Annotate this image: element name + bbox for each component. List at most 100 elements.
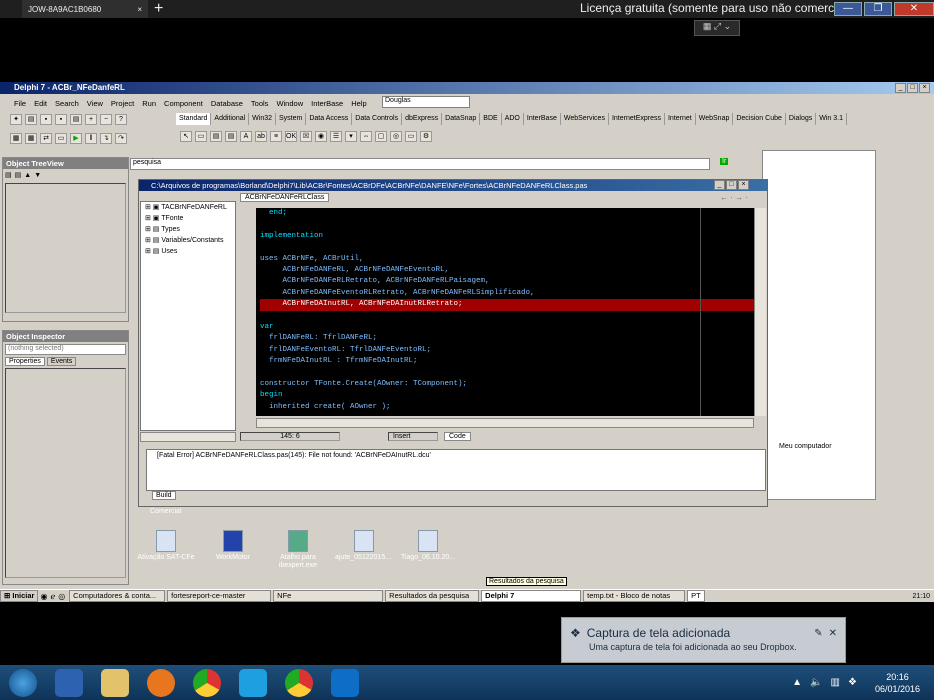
remove-file-icon[interactable]: − xyxy=(100,113,112,125)
minimize-button[interactable]: _ xyxy=(714,180,725,190)
taskbar-pin[interactable] xyxy=(230,665,276,700)
clock[interactable]: 20:16 06/01/2016 xyxy=(875,671,920,695)
tab-additional[interactable]: Additional xyxy=(211,113,250,125)
menu-search[interactable]: Search xyxy=(51,99,83,108)
pause-icon[interactable]: ‖ xyxy=(85,132,97,144)
inspector-combo[interactable]: (nothing selected) xyxy=(5,344,126,355)
volume-icon[interactable]: 🔈 xyxy=(810,677,822,688)
search-field[interactable]: pesquisa xyxy=(130,158,710,170)
code-line[interactable]: ACBrNFeDANFeEventoRLRetrato, ACBrNFeDANF… xyxy=(260,288,754,299)
actionlist-icon[interactable]: ⚙ xyxy=(420,130,432,142)
desktop-layout-combo[interactable]: Douglas xyxy=(382,96,470,108)
maximize-button[interactable]: □ xyxy=(726,180,737,190)
code-line[interactable]: ACBrNFeDANFeRLRetrato, ACBrNFeDANFeRLPai… xyxy=(260,276,754,287)
restore-button[interactable]: ❐ xyxy=(864,2,892,16)
tab-data-controls[interactable]: Data Controls xyxy=(352,113,403,125)
taskbar-pin[interactable] xyxy=(92,665,138,700)
desktop-icon[interactable]: Ativação SAT-CFe xyxy=(136,530,196,562)
media-icon[interactable]: ◎ xyxy=(58,592,65,601)
tab-build[interactable]: Build xyxy=(152,491,176,500)
close-button[interactable]: ✕ xyxy=(894,2,934,16)
tree-item[interactable]: ⊞ ▤ Types xyxy=(141,224,235,235)
folder-icon[interactable]: ▤ xyxy=(5,171,12,179)
tab-events[interactable]: Events xyxy=(46,357,77,366)
trace-into-icon[interactable]: ↴ xyxy=(100,132,112,144)
code-line[interactable] xyxy=(260,311,754,322)
code-line[interactable]: begin xyxy=(260,390,754,401)
tab-properties[interactable]: Properties xyxy=(5,357,45,366)
dropbox-tray-icon[interactable]: ❖ xyxy=(848,677,857,688)
taskbar-pin[interactable] xyxy=(138,665,184,700)
menu-run[interactable]: Run xyxy=(138,99,160,108)
show-hidden-icon[interactable]: ▲ xyxy=(792,677,802,688)
save-all-icon[interactable]: ▪ xyxy=(55,113,67,125)
desktop-icon[interactable]: Tiago_06.10.20... xyxy=(398,530,458,562)
ie-icon[interactable]: ℯ xyxy=(50,592,55,601)
task-item[interactable]: Delphi 7 xyxy=(481,590,582,602)
button-icon[interactable]: OK xyxy=(285,130,297,142)
minimize-button[interactable]: _ xyxy=(895,83,906,93)
code-line[interactable]: var xyxy=(260,322,754,333)
pointer-icon[interactable]: ↖ xyxy=(180,130,192,142)
checkbox-icon[interactable]: ☒ xyxy=(300,130,312,142)
open-project-icon[interactable]: ▤ xyxy=(70,113,82,125)
menu-interbase[interactable]: InterBase xyxy=(307,99,347,108)
tab-code[interactable]: Code xyxy=(444,432,471,441)
scrollbar-icon[interactable]: ⇔ xyxy=(360,130,372,142)
radiogroup-icon[interactable]: ◎ xyxy=(390,130,402,142)
network-icon[interactable]: ▥ xyxy=(831,677,840,688)
tab-dialogs[interactable]: Dialogs xyxy=(786,113,817,125)
tab-webservices[interactable]: WebServices xyxy=(561,113,609,125)
menu-database[interactable]: Database xyxy=(207,99,247,108)
tab-win31[interactable]: Win 3.1 xyxy=(816,113,847,125)
tab-dbexpress[interactable]: dbExpress xyxy=(402,113,443,125)
listbox-icon[interactable]: ☰ xyxy=(330,130,342,142)
label-icon[interactable]: A xyxy=(240,130,252,142)
tab-data-access[interactable]: Data Access xyxy=(306,113,353,125)
task-item[interactable]: fortesreport-ce-master xyxy=(167,590,272,602)
menu-project[interactable]: Project xyxy=(107,99,138,108)
chrome-icon[interactable]: ◉ xyxy=(40,592,47,601)
add-file-icon[interactable]: + xyxy=(85,113,97,125)
run-icon[interactable]: ▶ xyxy=(70,132,82,144)
desktop-icon[interactable]: ajute_05122015.... xyxy=(334,530,394,562)
desktop-icon[interactable]: WorkMotor xyxy=(203,530,263,562)
language-indicator[interactable]: PT xyxy=(687,590,705,602)
code-area[interactable]: end; implementation uses ACBrNFe, ACBrUtil… xyxy=(256,208,754,416)
task-item[interactable]: NFe xyxy=(273,590,384,602)
editor-vscrollbar[interactable] xyxy=(754,208,766,416)
code-line[interactable]: implementation xyxy=(260,231,754,242)
menu-edit[interactable]: Edit xyxy=(30,99,51,108)
go-button[interactable]: Ir xyxy=(720,158,729,165)
tab-ado[interactable]: ADO xyxy=(502,113,524,125)
code-line[interactable]: frmNFeDAInutRL : TfrmNFeDAInutRL; xyxy=(260,356,754,367)
tab-system[interactable]: System xyxy=(276,113,307,125)
view-form-icon[interactable]: ▦ xyxy=(25,132,37,144)
combobox-icon[interactable]: ▾ xyxy=(345,130,357,142)
tab-standard[interactable]: Standard xyxy=(176,113,212,125)
pin-icon[interactable]: ✎ xyxy=(814,628,822,639)
tab-internetexpress[interactable]: InternetExpress xyxy=(609,113,665,125)
radiobutton-icon[interactable]: ◉ xyxy=(315,130,327,142)
error-message[interactable]: [Fatal Error] ACBrNFeDANFeRLClass.pas(14… xyxy=(157,452,431,459)
taskbar-pin[interactable] xyxy=(322,665,368,700)
edit-icon[interactable]: ab xyxy=(255,130,267,142)
menu-tools[interactable]: Tools xyxy=(247,99,273,108)
start-orb[interactable] xyxy=(0,665,46,700)
menu-component[interactable]: Component xyxy=(160,99,207,108)
dropbox-notification[interactable]: ❖ Captura de tela adicionada ✎ ✕ Uma cap… xyxy=(561,617,846,663)
start-button[interactable]: ⊞ Iniciar xyxy=(0,590,39,602)
menu-help[interactable]: Help xyxy=(347,99,370,108)
code-line[interactable]: ACBrNFeDAInutRL, ACBrNFeDAInutRLRetrato; xyxy=(260,299,754,311)
minimize-button[interactable]: — xyxy=(834,2,862,16)
menu-file[interactable]: File xyxy=(10,99,30,108)
close-icon[interactable]: ✕ xyxy=(829,628,837,639)
close-button[interactable]: × xyxy=(919,83,930,93)
tree-hscrollbar[interactable] xyxy=(140,432,236,442)
taskbar-pin[interactable] xyxy=(184,665,230,700)
code-line[interactable]: inherited create( AOwner ); xyxy=(260,402,754,413)
close-button[interactable]: × xyxy=(738,180,749,190)
groupbox-icon[interactable]: ▢ xyxy=(375,130,387,142)
toggle-icon[interactable]: ⇄ xyxy=(40,132,52,144)
open-icon[interactable]: ▤ xyxy=(25,113,37,125)
